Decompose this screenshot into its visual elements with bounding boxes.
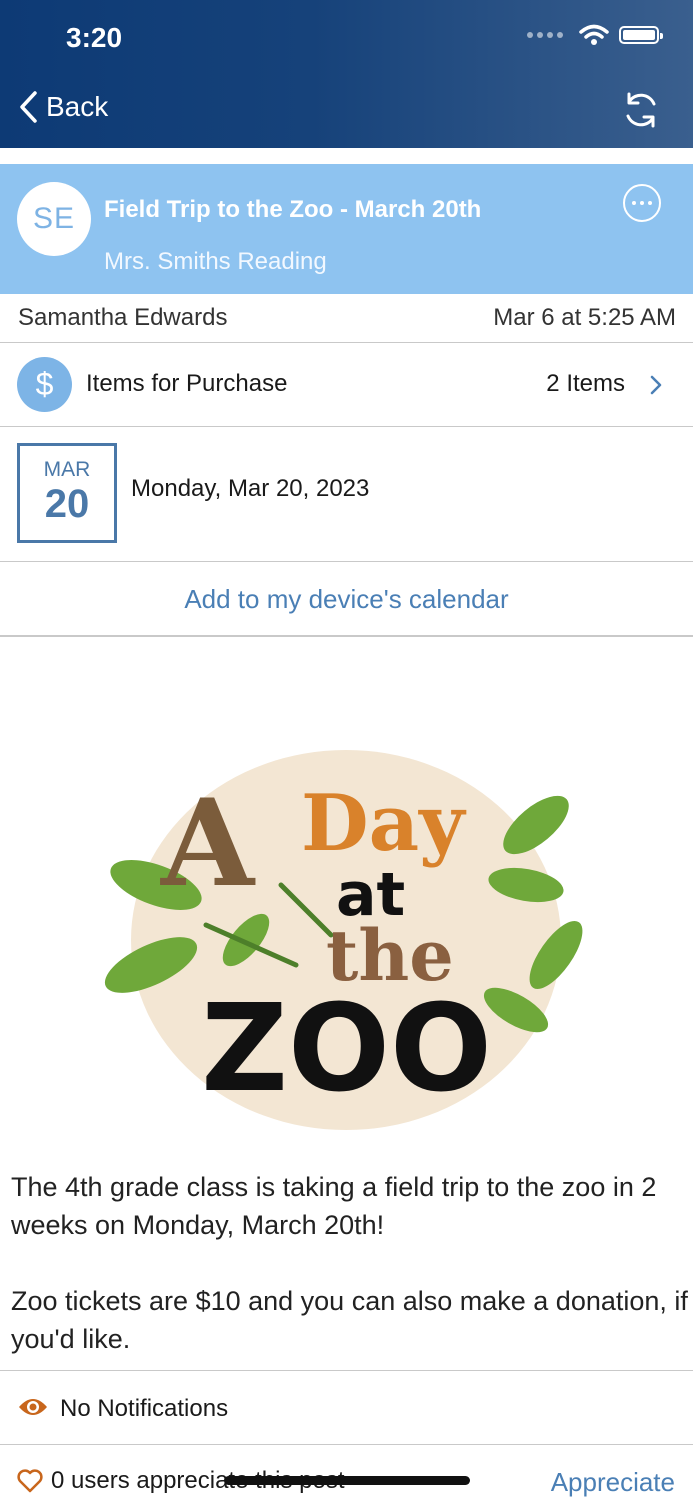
status-icons — [527, 24, 663, 46]
image-word-day: Day — [301, 778, 467, 869]
status-time: 3:20 — [66, 22, 123, 53]
appreciate-button[interactable]: Appreciate — [551, 1467, 675, 1498]
back-button[interactable]: Back — [18, 90, 108, 124]
posted-time: Mar 6 at 5:25 AM — [493, 304, 676, 331]
spacer — [0, 148, 693, 164]
add-to-calendar-link[interactable]: Add to my device's calendar — [0, 584, 693, 615]
signal-icon — [527, 32, 563, 38]
home-indicator[interactable] — [224, 1476, 470, 1485]
event-month: MAR — [43, 458, 91, 481]
refresh-icon[interactable] — [621, 90, 661, 130]
calendar-link-row[interactable]: Add to my device's calendar — [0, 562, 693, 637]
appreciate-row: 0 users appreciate this post Appreciate — [0, 1445, 693, 1500]
zoo-clipart-image: A Day at the ZOO — [104, 750, 583, 1130]
eye-icon — [19, 1399, 47, 1415]
heart-icon[interactable] — [17, 1469, 43, 1493]
items-for-purchase-row[interactable]: $ Items for Purchase 2 Items — [0, 343, 693, 427]
author-row: Samantha Edwards Mar 6 at 5:25 AM — [0, 294, 693, 343]
nav-bar: 3:20 Back — [0, 0, 693, 148]
back-label: Back — [46, 91, 109, 122]
post-title: Field Trip to the Zoo - March 20th — [104, 196, 482, 223]
notification-setting: No Notifications — [60, 1395, 229, 1422]
post-header: SE Field Trip to the Zoo - March 20th Mr… — [0, 164, 693, 294]
event-full-date: Monday, Mar 20, 2023 — [131, 475, 370, 502]
post-group: Mrs. Smiths Reading — [104, 248, 327, 275]
event-day: 20 — [44, 482, 90, 526]
event-date-row: MAR 20 Monday, Mar 20, 2023 — [0, 427, 693, 562]
purchase-count: 2 Items — [546, 370, 625, 397]
avatar: SE — [17, 182, 91, 256]
post-body-paragraph-2: Zoo tickets are $10 and you can also mak… — [11, 1286, 688, 1354]
wifi-icon — [579, 24, 609, 45]
calendar-date-icon: MAR 20 — [17, 443, 117, 543]
purchase-label: Items for Purchase — [86, 370, 288, 397]
chevron-left-icon — [20, 91, 37, 123]
image-word-zoo: ZOO — [201, 980, 492, 1119]
more-options-button[interactable] — [623, 184, 661, 222]
paragraph-spacer — [11, 1244, 691, 1282]
chevron-right-icon — [650, 375, 662, 395]
dollar-icon: $ — [17, 357, 72, 412]
post-body: The 4th grade class is taking a field tr… — [11, 1168, 691, 1358]
post-body-paragraph-1: The 4th grade class is taking a field tr… — [11, 1172, 657, 1240]
more-icon — [632, 201, 636, 205]
image-word-a: A — [160, 773, 256, 914]
notifications-row[interactable]: No Notifications — [0, 1370, 693, 1445]
author-name: Samantha Edwards — [18, 304, 228, 331]
battery-icon — [619, 26, 663, 44]
